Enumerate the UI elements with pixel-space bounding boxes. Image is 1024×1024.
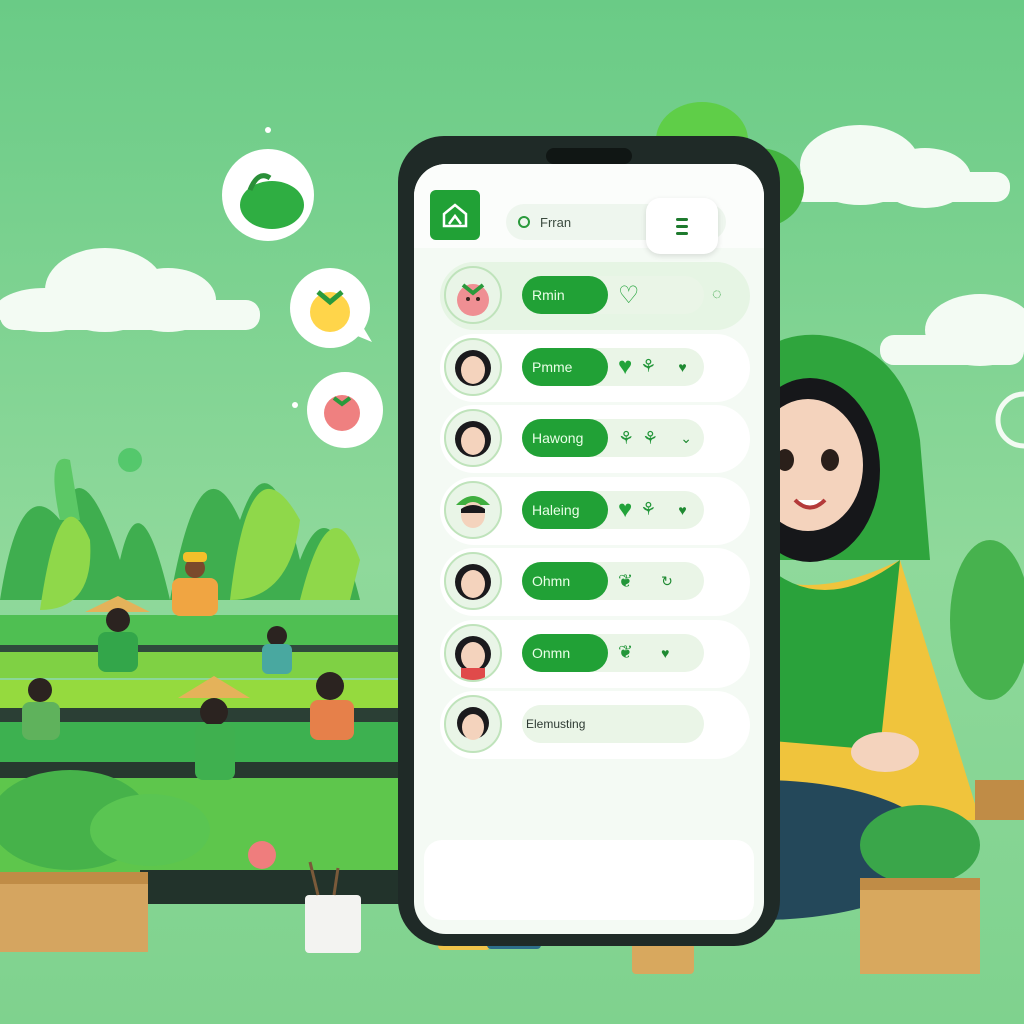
app-header: Frran	[414, 164, 764, 254]
row-pill: Hawong ⚘ ⚘ ⌄	[522, 419, 704, 457]
avatar	[444, 480, 502, 539]
heart-icon[interactable]: ♥	[678, 502, 686, 518]
menu-button[interactable]	[646, 198, 718, 254]
list-item[interactable]: Elemusting	[440, 691, 750, 759]
list-item[interactable]: Ohmn ❦ ↻	[440, 548, 750, 616]
sprout-icon: ⚘	[618, 427, 635, 448]
heart-icon[interactable]: ♥	[661, 645, 669, 661]
avatar	[444, 266, 502, 324]
leaf-icon: ❦	[618, 570, 634, 591]
search-text: Frran	[540, 214, 572, 230]
avatar	[444, 552, 502, 610]
row-label: Hawong	[522, 419, 608, 457]
avatar	[444, 337, 502, 396]
sprout-icon: ⚘	[642, 427, 659, 448]
leaf-icon: ❦	[618, 642, 634, 662]
list-item[interactable]: Onmn ❦ ♥	[440, 619, 750, 688]
phone-notch	[546, 148, 632, 164]
bubble-leaf-icon	[222, 149, 314, 241]
list-item[interactable]: Hawong ⚘ ⚘ ⌄	[440, 405, 750, 473]
list-item[interactable]: Haleing ♥ ⚘ ♥	[440, 476, 750, 545]
list-item[interactable]: Pmme ♥ ⚘ ♥	[440, 333, 750, 402]
row-label: Ohmn	[522, 562, 608, 600]
row-label: Onmn	[522, 633, 608, 672]
smartphone: Frran Rmin ♡ ◌ Pmme ♥ ⚘ ♥ Hawong ⚘ ⚘ ⌄ H…	[398, 136, 780, 946]
row-label: Pmme	[522, 347, 608, 386]
app-screen: Frran Rmin ♡ ◌ Pmme ♥ ⚘ ♥ Hawong ⚘ ⚘ ⌄ H…	[414, 164, 764, 934]
bubble-tomato-icon	[307, 372, 383, 448]
search-icon	[518, 216, 530, 228]
list-item[interactable]: Rmin ♡ ◌	[440, 262, 750, 330]
row-label: Rmin	[522, 276, 608, 314]
heart-icon[interactable]: ♥	[678, 359, 686, 375]
avatar	[444, 695, 502, 753]
heart-outline-icon[interactable]: ♡	[618, 281, 640, 310]
farmer-list: Rmin ♡ ◌ Pmme ♥ ⚘ ♥ Hawong ⚘ ⚘ ⌄ Haleing…	[440, 262, 750, 763]
row-pill: Haleing ♥ ⚘ ♥	[522, 490, 704, 529]
chat-icon[interactable]: ◌	[712, 286, 722, 304]
row-pill: Pmme ♥ ⚘ ♥	[522, 347, 704, 386]
row-pill: Ohmn ❦ ↻	[522, 562, 704, 600]
row-label: Elemusting	[522, 705, 622, 743]
screen-footer	[424, 840, 754, 920]
avatar	[444, 409, 502, 467]
row-pill: Elemusting	[522, 705, 704, 743]
chevron-icon[interactable]: ⌄	[680, 430, 692, 447]
heart-icon[interactable]: ♥	[618, 353, 632, 381]
avatar	[444, 623, 502, 682]
heart-icon[interactable]: ♥	[618, 496, 632, 524]
row-label: Haleing	[522, 490, 608, 529]
sprout-icon: ⚘	[640, 356, 657, 376]
sprout-icon: ⚘	[640, 499, 657, 519]
row-pill: Onmn ❦ ♥	[522, 633, 704, 672]
row-pill: Rmin ♡	[522, 276, 704, 314]
check-icon[interactable]: ↻	[661, 573, 673, 590]
home-icon[interactable]	[430, 190, 480, 240]
